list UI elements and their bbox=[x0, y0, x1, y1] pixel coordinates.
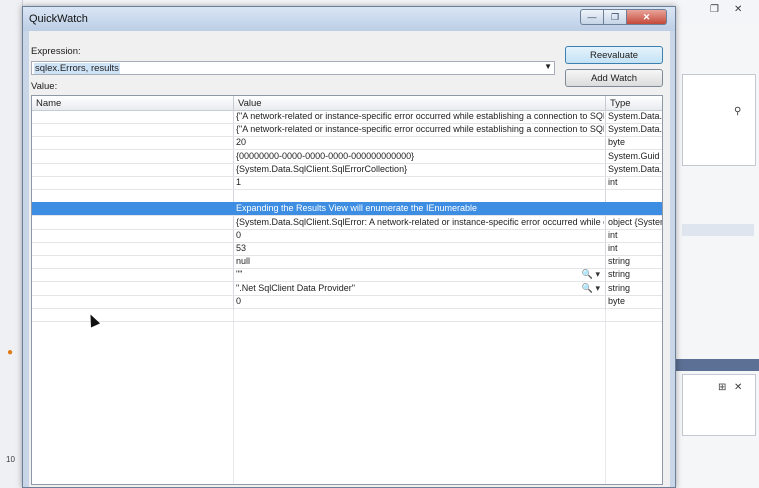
row-value-cell[interactable]: 20 bbox=[236, 137, 604, 147]
row-type-cell: string bbox=[608, 269, 631, 280]
add-watch-button[interactable]: Add Watch bbox=[565, 69, 663, 87]
ide-search-icon[interactable]: ⚲ bbox=[734, 106, 741, 117]
table-row[interactable]: −◆sqlex{"A network-related or instance-s… bbox=[32, 110, 662, 124]
row-value-cell[interactable]: {"A network-related or instance-specific… bbox=[236, 111, 604, 121]
row-type-cell: int bbox=[608, 243, 618, 253]
ide-pane-header bbox=[676, 359, 759, 371]
chevron-down-icon[interactable]: ▼ bbox=[544, 62, 552, 71]
row-value-cell[interactable]: 1 bbox=[236, 177, 604, 187]
table-row[interactable]: +◆Non-Public members bbox=[32, 308, 662, 322]
column-divider[interactable] bbox=[233, 96, 234, 110]
table-row[interactable]: ⚒Class20byte bbox=[32, 136, 662, 151]
row-value-cell[interactable]: {"A network-related or instance-specific… bbox=[236, 124, 604, 134]
window-controls: — ❐ ✕ bbox=[580, 9, 667, 26]
ide-solution-pane bbox=[682, 74, 756, 166]
row-type-cell: byte bbox=[608, 295, 626, 306]
row-value-cell[interactable]: 0 bbox=[236, 296, 604, 306]
grid-header: Name Value Type bbox=[32, 96, 662, 111]
ide-left-gutter: ● 10 bbox=[0, 0, 23, 488]
ide-pin-icon[interactable]: ⊞ bbox=[718, 382, 726, 393]
ide-right-panels: ❐ ✕ ⚲ ⊞ ✕ bbox=[676, 4, 759, 488]
table-row[interactable]: ⚒State0byte bbox=[32, 295, 662, 309]
expression-label: Expression: bbox=[31, 46, 81, 57]
row-value-cell[interactable]: {System.Data.SqlClient.SqlError: A netwo… bbox=[236, 217, 604, 227]
row-value-cell[interactable]: {System.Data.SqlClient.SqlErrorCollectio… bbox=[236, 164, 604, 174]
ide-window-restore-icon[interactable]: ❐ bbox=[710, 4, 719, 15]
table-row[interactable]: ⚒Procedurenullstring bbox=[32, 255, 662, 270]
row-type-cell: string bbox=[608, 282, 631, 293]
column-header-name[interactable]: Name bbox=[36, 98, 61, 109]
quickwatch-dialog: QuickWatch — ❐ ✕ Expression: sqlex.Error… bbox=[22, 6, 676, 488]
visualizer-magnifier-icon[interactable]: 🔍 ▾ bbox=[582, 269, 600, 279]
row-type-cell: byte bbox=[608, 137, 626, 148]
table-row[interactable]: ⚒Count1int bbox=[32, 176, 662, 190]
visualizer-magnifier-icon[interactable]: 🔍 ▾ bbox=[582, 283, 600, 293]
table-row[interactable]: ⚒LineNumber0int bbox=[32, 229, 662, 243]
table-row[interactable]: −⚒Errors{System.Data.SqlClient.SqlErrorC… bbox=[32, 163, 662, 177]
expression-combobox[interactable]: sqlex.Errors, results ▼ bbox=[31, 61, 555, 75]
watch-grid: Name Value Type −◆sqlex{"A network-relat… bbox=[31, 95, 663, 485]
value-label: Value: bbox=[31, 81, 58, 92]
row-value-cell[interactable]: ".Net SqlClient Data Provider" 🔍 ▾ bbox=[236, 283, 604, 293]
table-row[interactable]: −⚙Results ViewExpanding the Results View… bbox=[32, 202, 662, 217]
restore-button[interactable]: ❐ bbox=[604, 9, 627, 25]
row-type-cell: System.Data.SqlClient.SqlException bbox=[608, 111, 662, 121]
row-type-cell: System.Data.Common.DbException bbox=[608, 124, 662, 135]
ide-selected-item bbox=[682, 224, 754, 236]
row-type-cell: System.Data.SqlClient.SqlErrorCollection bbox=[608, 163, 662, 174]
ide-close-pane-icon[interactable]: ✕ bbox=[734, 382, 742, 393]
row-value-cell[interactable]: 0 bbox=[236, 230, 604, 240]
row-type-cell: object {System.Data.SqlClient.SqlError} bbox=[608, 216, 662, 227]
dialog-body: Expression: sqlex.Errors, results ▼ Valu… bbox=[29, 31, 670, 487]
table-row[interactable]: +◆base{"A network-related or instance-sp… bbox=[32, 123, 662, 138]
ide-window-close-icon[interactable]: ✕ bbox=[734, 4, 742, 15]
column-gridline bbox=[233, 310, 234, 484]
table-row[interactable]: ⚒Number53int bbox=[32, 242, 662, 256]
table-row[interactable]: +◆Non-Public members bbox=[32, 189, 662, 204]
row-value-cell[interactable]: 53 bbox=[236, 243, 604, 253]
row-value-cell[interactable]: "" 🔍 ▾ bbox=[236, 269, 604, 279]
minimize-button[interactable]: — bbox=[580, 9, 604, 25]
dialog-title: QuickWatch bbox=[29, 13, 88, 25]
row-type-cell: System.Guid bbox=[608, 150, 660, 161]
column-header-value[interactable]: Value bbox=[238, 98, 262, 109]
row-value-cell[interactable]: {00000000-0000-0000-0000-000000000000} bbox=[236, 151, 604, 161]
table-row[interactable]: ⚒Server""🔍 ▾string bbox=[32, 268, 662, 283]
table-row[interactable]: +◆[0]{System.Data.SqlClient.SqlError: A … bbox=[32, 216, 662, 230]
row-type-cell: int bbox=[608, 229, 618, 240]
table-row[interactable]: +⚒ClientConnectionId{00000000-0000-0000-… bbox=[32, 150, 662, 164]
close-button[interactable]: ✕ bbox=[627, 9, 667, 25]
breakpoint-icon: ● bbox=[7, 347, 14, 358]
column-divider[interactable] bbox=[605, 96, 606, 110]
row-value-cell[interactable]: Expanding the Results View will enumerat… bbox=[236, 203, 604, 213]
column-header-type[interactable]: Type bbox=[610, 98, 631, 109]
dialog-titlebar: QuickWatch — ❐ ✕ bbox=[23, 7, 675, 31]
row-type-cell: int bbox=[608, 177, 618, 187]
reevaluate-button[interactable]: Reevaluate bbox=[565, 46, 663, 64]
row-type-cell: string bbox=[608, 256, 631, 267]
column-gridline bbox=[605, 310, 606, 484]
expression-input[interactable]: sqlex.Errors, results bbox=[34, 63, 120, 74]
ide-status-number: 10 bbox=[6, 455, 15, 464]
row-value-cell[interactable]: null bbox=[236, 256, 604, 266]
table-row[interactable]: ⚒Source".Net SqlClient Data Provider"🔍 ▾… bbox=[32, 282, 662, 296]
